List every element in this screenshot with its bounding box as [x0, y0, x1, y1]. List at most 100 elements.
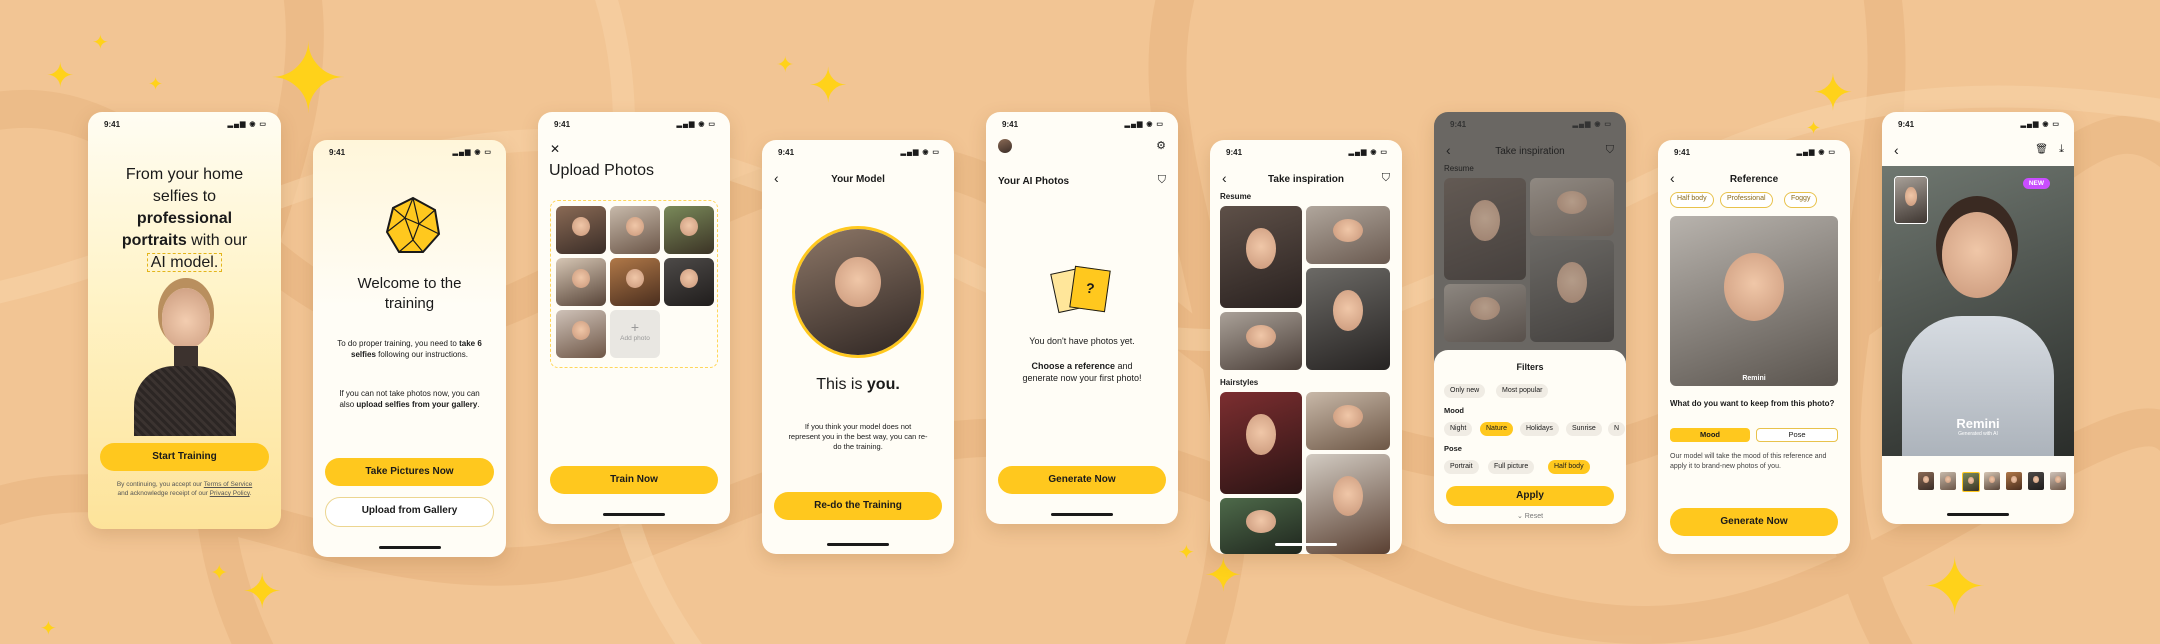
inspiration-photo[interactable]	[1306, 268, 1390, 370]
chip-portrait[interactable]: Portrait	[1444, 460, 1479, 474]
gear-icon[interactable]: ⚙	[1156, 139, 1166, 152]
option-mood[interactable]: Mood	[1670, 428, 1750, 442]
headline-rest: with our	[186, 232, 248, 249]
uploaded-photo[interactable]	[664, 206, 714, 254]
inspiration-photo	[1530, 240, 1614, 342]
you-text: you.	[866, 376, 900, 393]
screen-ai-photos: 9:41 ▂▄▆ ◉ ▭ ⚙ Your AI Photos ⛉ ? You don…	[986, 112, 1178, 524]
filter-icon[interactable]: ⛉	[1158, 174, 1166, 187]
screen-take-inspiration: 9:41 ▂▄▆ ◉ ▭ ‹ Take inspiration ⛉ Resume …	[1210, 140, 1402, 554]
new-badge: NEW	[2022, 178, 2050, 189]
redo-training-button[interactable]: Re-do the Training	[774, 492, 942, 520]
inspiration-photo[interactable]	[1220, 206, 1302, 308]
chip-sunrise[interactable]: Sunrise	[1566, 422, 1602, 436]
strip-thumbnail[interactable]	[1940, 472, 1956, 490]
strip-thumbnail[interactable]	[1984, 472, 2000, 490]
chip-most-popular[interactable]: Most popular	[1496, 384, 1549, 398]
legal-text-part: and acknowledge receipt of our	[117, 490, 210, 497]
pose-label: Pose	[1444, 444, 1462, 453]
take-pictures-button[interactable]: Take Pictures Now	[325, 458, 494, 486]
strip-thumbnail[interactable]	[1962, 472, 1980, 492]
avatar[interactable]	[998, 139, 1012, 153]
chip-holidays[interactable]: Holidays	[1520, 422, 1559, 436]
close-icon[interactable]: ✕	[550, 142, 560, 156]
upload-title: Upload Photos	[549, 162, 654, 179]
uploaded-photo[interactable]	[556, 258, 606, 306]
strip-thumbnail[interactable]	[2050, 472, 2066, 490]
chip-nature[interactable]: Nature	[1480, 422, 1514, 436]
uploaded-photo[interactable]	[556, 206, 606, 254]
legal-text: By continuing, you accept our Terms of S…	[112, 480, 257, 498]
apply-button[interactable]: Apply	[1446, 486, 1614, 506]
screen-your-model: 9:41 ▂▄▆ ◉ ▭ ‹ Your Model This is you. If…	[762, 140, 954, 554]
terms-link[interactable]: Terms of Service	[204, 481, 252, 488]
add-photo-button[interactable]: + Add photo	[610, 310, 660, 358]
status-icons: ▂▄▆ ◉ ▭	[676, 121, 716, 128]
plus-icon: +	[630, 319, 640, 335]
sparkle-icon: ✦	[92, 32, 109, 54]
uploaded-photo[interactable]	[610, 206, 660, 254]
screen-reference: 9:41 ▂▄▆ ◉ ▭ ‹ Reference Half body Profes…	[1658, 140, 1850, 554]
mood-description: Our model will take the mood of this ref…	[1670, 453, 1827, 470]
upload-gallery-button[interactable]: Upload from Gallery	[325, 497, 494, 527]
status-icons: ▂▄▆ ◉ ▭	[1572, 121, 1612, 128]
inspiration-photo[interactable]	[1306, 454, 1390, 554]
status-icons: ▂▄▆ ◉ ▭	[2020, 121, 2060, 128]
start-training-button[interactable]: Start Training	[100, 443, 269, 471]
strip-thumbnail[interactable]	[2028, 472, 2044, 490]
source-thumbnail[interactable]	[1894, 176, 1928, 224]
sparkle-icon: ✦	[776, 52, 795, 77]
status-time: 9:41	[1898, 120, 1915, 129]
uploaded-photo[interactable]	[610, 258, 660, 306]
generate-now-button[interactable]: Generate Now	[1670, 508, 1838, 536]
option-pose[interactable]: Pose	[1756, 428, 1838, 442]
chip-more[interactable]: N	[1608, 422, 1626, 436]
model-body: If you think your model does not represe…	[788, 422, 928, 451]
status-time: 9:41	[554, 120, 571, 129]
inspiration-photo[interactable]	[1306, 206, 1390, 264]
train-now-button[interactable]: Train Now	[550, 466, 718, 494]
status-time: 9:41	[1674, 148, 1691, 157]
inspiration-photo	[1444, 178, 1526, 280]
ai-photos-title: Your AI Photos	[998, 176, 1070, 187]
chip-half-body[interactable]: Half body	[1548, 460, 1590, 474]
headline-line: From your home	[125, 166, 244, 183]
strip-thumbnail[interactable]	[1918, 472, 1934, 490]
filters-title: Filters	[1516, 362, 1544, 372]
inspiration-photo[interactable]	[1220, 312, 1302, 370]
chip-night[interactable]: Night	[1444, 422, 1473, 436]
download-icon[interactable]: ⤓	[2059, 143, 2064, 156]
reset-link[interactable]: ⌄ Reset	[1434, 512, 1626, 520]
section-hairstyles: Hairstyles	[1220, 378, 1259, 387]
screen-result: 9:41 ▂▄▆ ◉ ▭ ‹ 🗑 ⤓ Remini Generated with …	[1882, 112, 2074, 524]
body-text: To do proper training, you need to	[337, 339, 460, 348]
generate-now-button[interactable]: Generate Now	[998, 466, 1166, 494]
inspiration-title: Take inspiration	[1495, 146, 1565, 157]
sparkle-icon: ✦	[210, 560, 229, 585]
status-icons: ▂▄▆ ◉ ▭	[1348, 149, 1388, 156]
welcome-body-2: If you can not take photos now, you can …	[335, 388, 484, 410]
uploaded-photo[interactable]	[556, 310, 606, 358]
sparkle-icon: ✦	[148, 74, 164, 94]
trash-icon[interactable]: 🗑	[2035, 144, 2048, 155]
chevron-down-icon: ⌄	[1516, 513, 1525, 520]
filter-icon[interactable]: ⛉	[1382, 172, 1390, 185]
inspiration-photo[interactable]	[1220, 392, 1302, 494]
welcome-title: Welcome to the training	[357, 275, 462, 312]
uploaded-photo[interactable]	[664, 258, 714, 306]
legal-text-part: .	[249, 490, 252, 497]
filter-icon[interactable]: ⛉	[1606, 144, 1614, 157]
sparkle-icon: ✦	[1204, 549, 1243, 601]
headline-line: professional	[136, 210, 233, 227]
back-arrow-icon[interactable]: ‹	[1894, 142, 1899, 158]
brand-name: Remini	[1956, 416, 2000, 431]
inspiration-photo[interactable]	[1306, 392, 1390, 450]
chip-only-new[interactable]: Only new	[1444, 384, 1486, 398]
privacy-link[interactable]: Privacy Policy	[210, 490, 250, 497]
strip-thumbnail[interactable]	[2006, 472, 2022, 490]
chip-full-picture[interactable]: Full picture	[1488, 460, 1535, 474]
status-time: 9:41	[1002, 120, 1019, 129]
sparkle-icon: ✦	[1178, 542, 1195, 564]
headline-highlight: AI model.	[146, 253, 223, 272]
screen-upload-photos: 9:41 ▂▄▆ ◉ ▭ ✕ Upload Photos + Add photo …	[538, 112, 730, 524]
